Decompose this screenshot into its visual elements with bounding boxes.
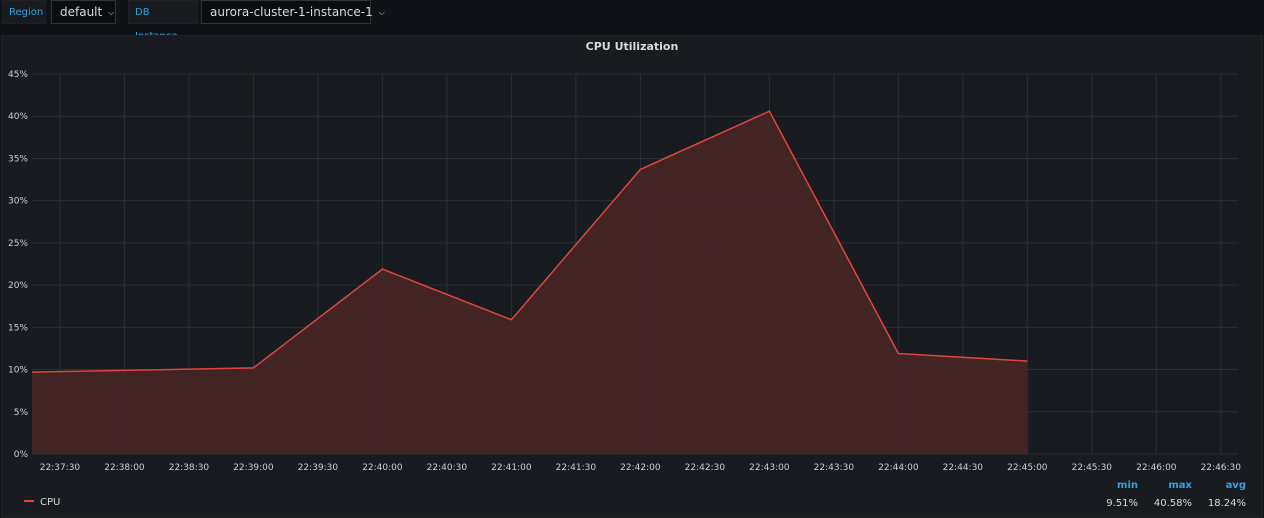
series-area-cpu — [32, 111, 1028, 454]
legend-value-max: 40.58% — [1153, 498, 1192, 509]
y-tick-label: 5% — [14, 408, 29, 418]
y-tick-label: 35% — [8, 154, 28, 164]
x-tick-label: 22:43:00 — [749, 463, 790, 473]
x-tick-label: 22:45:00 — [1007, 463, 1048, 473]
x-tick-label: 22:43:30 — [814, 463, 855, 473]
y-tick-label: 15% — [8, 323, 28, 333]
legend-item-cpu[interactable]: CPU — [24, 497, 60, 508]
x-tick-label: 22:45:30 — [1072, 463, 1113, 473]
legend-header-avg[interactable]: avg — [1206, 480, 1246, 491]
x-tick-label: 22:37:30 — [40, 463, 81, 473]
legend-value-avg: 18.24% — [1207, 498, 1246, 509]
x-tick-label: 22:42:30 — [685, 463, 726, 473]
x-tick-label: 22:44:30 — [943, 463, 984, 473]
y-tick-label: 45% — [8, 70, 28, 80]
cpu-chart[interactable]: 0% 5% 10% 15% 20% 25% 30% 35% 40% 45% 22:37:30 22:3… — [0, 0, 1264, 518]
x-tick-label: 22:41:30 — [556, 463, 597, 473]
x-tick-label: 22:39:00 — [233, 463, 274, 473]
legend-series-name: CPU — [40, 497, 61, 508]
series-color-swatch — [24, 500, 34, 502]
x-tick-label: 22:46:00 — [1136, 463, 1177, 473]
y-tick-label: 10% — [8, 366, 28, 376]
x-tick-label: 22:40:30 — [427, 463, 468, 473]
legend-header-min[interactable]: min — [1098, 480, 1138, 491]
y-tick-label: 0% — [14, 450, 29, 460]
x-tick-label: 22:42:00 — [620, 463, 661, 473]
x-tick-label: 22:38:30 — [169, 463, 210, 473]
x-tick-label: 22:46:30 — [1201, 463, 1242, 473]
x-tick-label: 22:41:00 — [491, 463, 532, 473]
x-tick-label: 22:44:00 — [878, 463, 919, 473]
y-tick-label: 20% — [8, 281, 28, 291]
legend-value-min: 9.51% — [1106, 498, 1138, 509]
y-tick-label: 40% — [8, 112, 28, 122]
x-tick-label: 22:39:30 — [298, 463, 339, 473]
y-tick-label: 25% — [8, 239, 28, 249]
x-tick-label: 22:38:00 — [104, 463, 145, 473]
legend-header-max[interactable]: max — [1152, 480, 1192, 491]
x-tick-label: 22:40:00 — [362, 463, 403, 473]
y-tick-label: 30% — [8, 197, 28, 207]
